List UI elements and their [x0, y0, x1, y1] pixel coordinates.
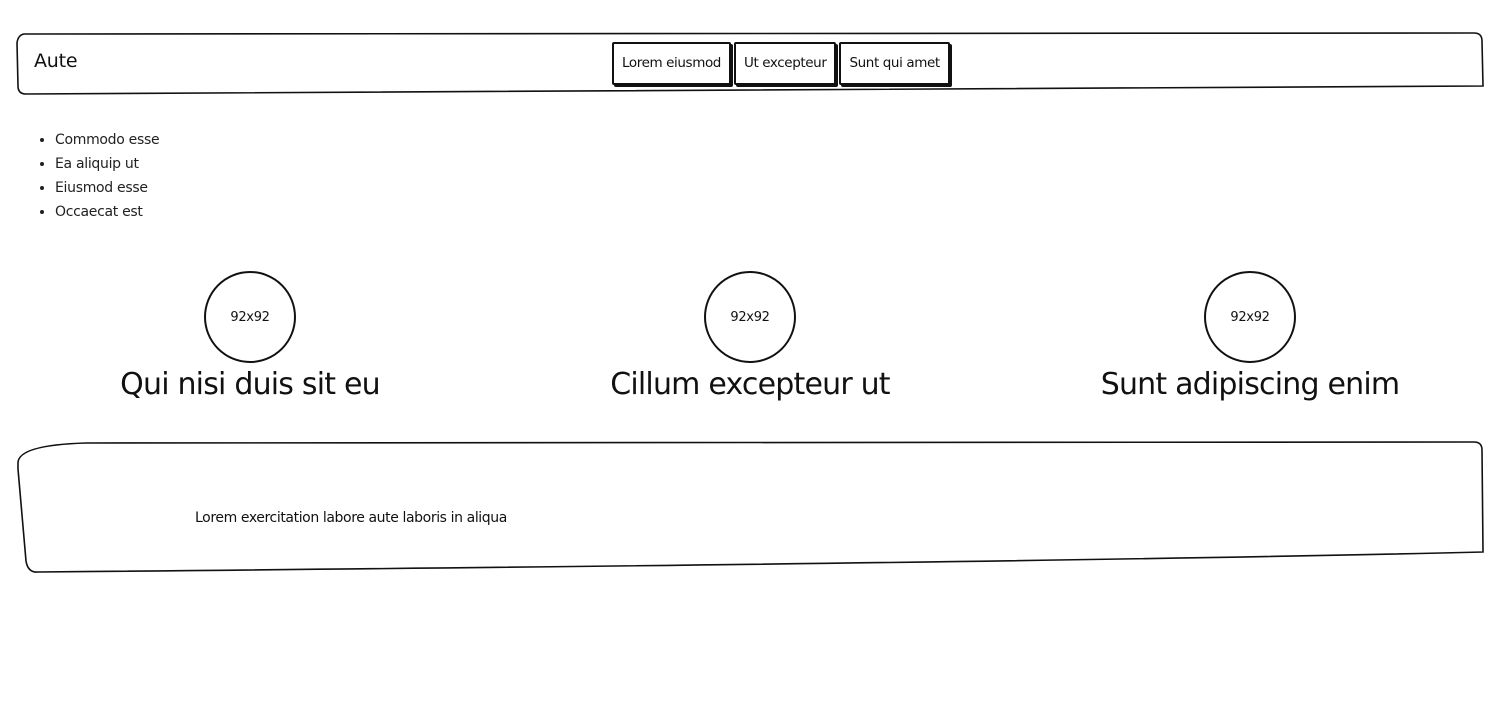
nav-menu: Lorem eiusmod Ut excepteur Sunt qui amet	[612, 42, 950, 85]
list-item: Occaecat est	[55, 200, 159, 224]
nav-button-sunt-qui-amet[interactable]: Sunt qui amet	[839, 42, 950, 85]
list-item: Eiusmod esse	[55, 176, 159, 200]
footer-frame	[17, 441, 1484, 573]
feature-column-3: 92x92 Sunt adipiscing enim	[1050, 271, 1450, 403]
feature-title: Sunt adipiscing enim	[1100, 367, 1400, 402]
header-bar: Aute Lorem eiusmod Ut excepteur Sunt qui…	[16, 32, 1484, 95]
brand-title[interactable]: Aute	[34, 50, 78, 72]
list-item: Commodo esse	[55, 128, 160, 152]
feature-title: Cillum excepteur ut	[610, 367, 890, 402]
image-placeholder: 92x92	[1204, 271, 1296, 363]
nav-button-lorem-eiusmod[interactable]: Lorem eiusmod	[612, 42, 731, 85]
feature-title: Qui nisi duis sit eu	[120, 367, 380, 402]
feature-column-1: 92x92 Qui nisi duis sit eu	[50, 271, 450, 403]
image-placeholder: 92x92	[204, 271, 296, 363]
footer-box: Lorem exercitation labore aute laboris i…	[16, 441, 1484, 574]
footer-text: Lorem exercitation labore aute laboris i…	[195, 510, 507, 526]
list-item: Ea aliquip ut	[55, 152, 159, 176]
bullet-list: Commodo esse Ea aliquip ut Eiusmod esse …	[32, 128, 160, 224]
nav-button-ut-excepteur[interactable]: Ut excepteur	[733, 42, 837, 85]
page: Aute Lorem eiusmod Ut excepteur Sunt qui…	[0, 0, 1500, 720]
image-placeholder: 92x92	[704, 271, 796, 363]
feature-column-2: 92x92 Cillum excepteur ut	[550, 271, 950, 403]
